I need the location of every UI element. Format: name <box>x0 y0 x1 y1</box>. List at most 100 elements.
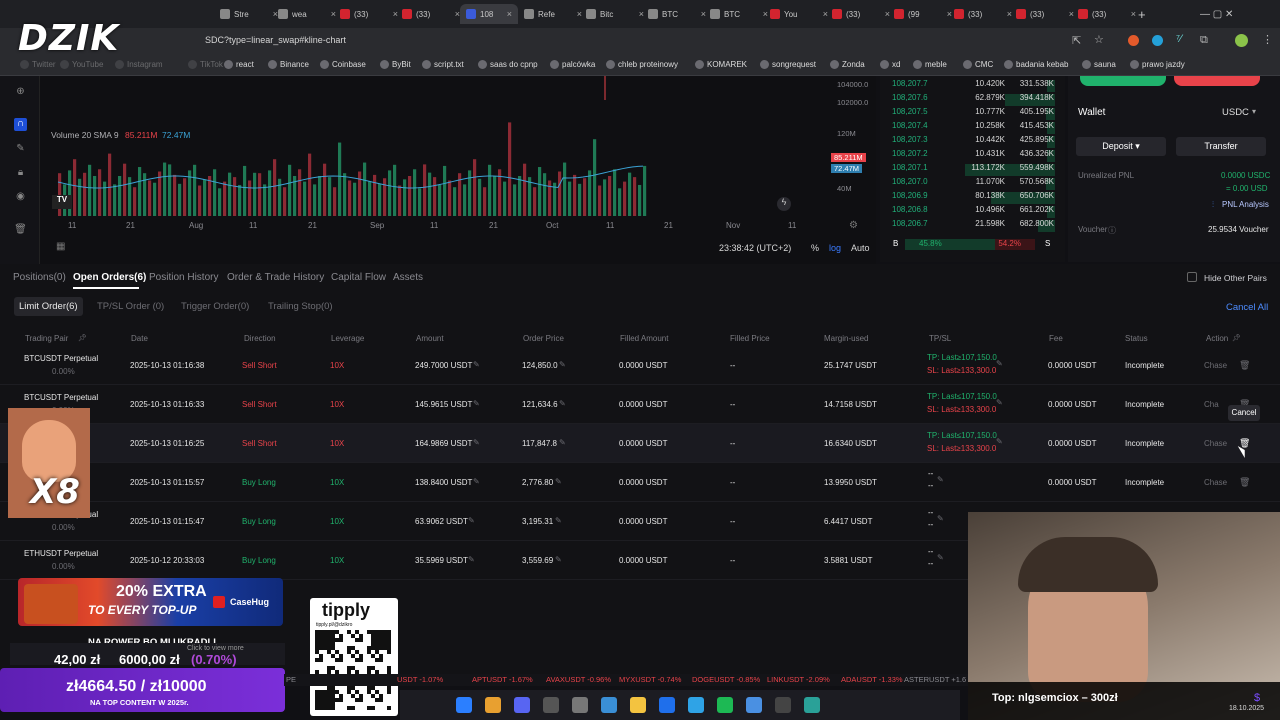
log-toggle[interactable]: log <box>829 243 841 253</box>
steam-icon[interactable] <box>601 697 617 713</box>
pin-icon[interactable]: 📌︎ <box>1232 334 1241 342</box>
browser-tab[interactable]: wea × <box>278 4 336 24</box>
tab-close-icon[interactable]: × <box>639 9 644 19</box>
pin-icon[interactable]: 📌︎ <box>78 334 87 342</box>
bookmark[interactable]: songrequest <box>760 60 816 69</box>
tab-close-icon[interactable]: × <box>1007 9 1012 19</box>
tab-close-icon[interactable]: × <box>763 9 768 19</box>
table-row[interactable]: al0.00%2025-10-13 01:15:57Buy Long10X138… <box>0 463 1280 502</box>
chevron-down-icon[interactable]: ▾ <box>1252 107 1256 116</box>
trash-icon[interactable]: 🗑︎ <box>1239 360 1250 371</box>
browser-tab[interactable]: (99 × <box>894 4 952 24</box>
orderbook-row[interactable]: 108,207.2 10.431K 436.326K <box>880 149 1065 163</box>
browser-tab[interactable]: Bitc × <box>586 4 644 24</box>
tab-positions-[interactable]: Positions(0) <box>13 272 66 283</box>
orderbook-row[interactable]: 108,207.5 10.777K 405.195K <box>880 107 1065 121</box>
settings-gear-icon[interactable]: ⚙ <box>849 220 858 231</box>
pencil-icon[interactable]: ✎ <box>14 143 27 156</box>
bookmark[interactable]: meble <box>913 60 947 69</box>
auto-toggle[interactable]: Auto <box>851 243 870 253</box>
profile-avatar[interactable] <box>1235 34 1248 47</box>
wallet-currency[interactable]: USDC <box>1222 107 1249 118</box>
browser-tab[interactable]: (33) × <box>832 4 890 24</box>
orderbook-row[interactable]: 108,207.3 10.442K 425.895K <box>880 135 1065 149</box>
bookmark[interactable]: TikTok <box>188 60 223 69</box>
orderbook-row[interactable]: 108,207.6 62.879K 394.418K <box>880 93 1065 107</box>
notepad-icon[interactable] <box>746 697 762 713</box>
tab-close-icon[interactable]: × <box>507 9 512 19</box>
more-menu-icon[interactable]: ⋮ <box>1262 33 1273 46</box>
bookmark[interactable]: saas do cpnp <box>478 60 538 69</box>
cancel-all-button[interactable]: Cancel All <box>1226 302 1268 313</box>
chase-button[interactable]: Chase <box>1204 361 1227 370</box>
tab-close-icon[interactable]: × <box>823 9 828 19</box>
app-icon[interactable] <box>804 697 820 713</box>
star-icon[interactable]: ☆ <box>1094 33 1104 46</box>
trading-pair[interactable]: ETHUSDT Perpetual <box>24 549 98 558</box>
buy-button[interactable] <box>1080 76 1166 86</box>
pnl-icon[interactable]: ⫶ <box>1212 200 1214 210</box>
browser-tab[interactable]: BTC × <box>648 4 706 24</box>
orderbook-row[interactable]: 108,206.8 10.496K 661.202K <box>880 205 1065 219</box>
edit-icon[interactable]: ✎ <box>996 359 1003 368</box>
tab-close-icon[interactable]: × <box>331 9 336 19</box>
tab-order-trade-history[interactable]: Order & Trade History <box>227 272 324 283</box>
browser-tab[interactable]: (33) × <box>402 4 460 24</box>
bookmark[interactable]: sauna <box>1082 60 1116 69</box>
subtab[interactable]: Trailing Stop(0) <box>268 301 333 312</box>
edit-icon[interactable]: ✎ <box>473 477 480 486</box>
bookmark[interactable]: react <box>224 60 254 69</box>
bookmark[interactable]: chleb proteinowy <box>606 60 678 69</box>
discord-icon[interactable] <box>514 697 530 713</box>
bookmark[interactable]: Instagram <box>115 60 163 69</box>
orderbook-row[interactable]: 108,207.1 113.172K 559.498K <box>880 163 1065 177</box>
puzzle-icon[interactable]: ⧉ <box>1200 34 1208 47</box>
orderbook-row[interactable]: 108,206.9 80.138K 650.706K <box>880 191 1065 205</box>
tab-open-orders-[interactable]: Open Orders(6) <box>73 272 146 283</box>
chase-button[interactable]: Chase <box>1204 439 1227 448</box>
magnet-icon[interactable]: ∩ <box>14 118 27 131</box>
browser-tab[interactable]: (33) × <box>340 4 398 24</box>
tab-close-icon[interactable]: × <box>577 9 582 19</box>
transfer-button[interactable]: Transfer <box>1176 137 1266 156</box>
extension-icon[interactable] <box>1128 35 1139 46</box>
trash-icon[interactable]: 🗑︎ <box>1239 477 1250 488</box>
url-text[interactable]: SDC?type=linear_swap#kline-chart <box>205 35 346 45</box>
bookmark[interactable]: YouTube <box>60 60 103 69</box>
install-icon[interactable]: ⇱ <box>1072 34 1081 47</box>
table-row[interactable]: BTCUSDT Perpetual0.00%2025-10-13 01:16:3… <box>0 346 1280 385</box>
edit-icon[interactable]: ✎ <box>468 555 475 564</box>
chase-button[interactable]: Cha <box>1204 400 1219 409</box>
edit-icon[interactable]: ✎ <box>937 553 944 562</box>
chrome-icon[interactable] <box>485 697 501 713</box>
zoom-icon[interactable]: ⊕ <box>14 86 27 99</box>
browser-tab[interactable]: BTC × <box>710 4 768 24</box>
tab-position-history[interactable]: Position History <box>149 272 218 283</box>
calendar-icon[interactable]: ▦ <box>56 241 65 252</box>
edit-icon[interactable]: ✎ <box>555 516 562 525</box>
subtab[interactable]: Limit Order(6) <box>14 297 83 316</box>
app-icon[interactable] <box>543 697 559 713</box>
browser-url-bar[interactable] <box>0 28 1280 56</box>
lock-icon[interactable]: 🔒︎ <box>14 167 27 180</box>
window-controls[interactable]: — ▢ ✕ <box>1200 4 1233 24</box>
orderbook-row[interactable]: 108,207.4 10.258K 415.453K <box>880 121 1065 135</box>
table-row[interactable]: al0.00%2025-10-13 01:16:25Sell Short10X1… <box>0 424 1280 463</box>
bookmark[interactable]: Zonda <box>830 60 865 69</box>
bookmark[interactable]: script.txt <box>422 60 464 69</box>
tab-close-icon[interactable]: × <box>393 9 398 19</box>
edit-icon[interactable]: ✎ <box>937 475 944 484</box>
vscode-icon[interactable] <box>659 697 675 713</box>
edit-icon[interactable]: ✎ <box>473 399 480 408</box>
bookmark[interactable]: Twitter <box>20 60 56 69</box>
subtab[interactable]: TP/SL Order (0) <box>97 301 164 312</box>
hide-other-checkbox[interactable] <box>1187 272 1197 282</box>
bookmark[interactable]: Coinbase <box>320 60 366 69</box>
browser-tab[interactable]: (33) × <box>954 4 1012 24</box>
kline-chart[interactable] <box>40 76 876 264</box>
orderbook-row[interactable]: 108,207.0 11.070K 570.568K <box>880 177 1065 191</box>
spotify-icon[interactable] <box>717 697 733 713</box>
bookmark[interactable]: xd <box>880 60 900 69</box>
lightning-icon[interactable]: ϟ <box>777 197 791 211</box>
table-row[interactable]: BTCUSDT Perpetual0.00%2025-10-13 01:16:3… <box>0 385 1280 424</box>
